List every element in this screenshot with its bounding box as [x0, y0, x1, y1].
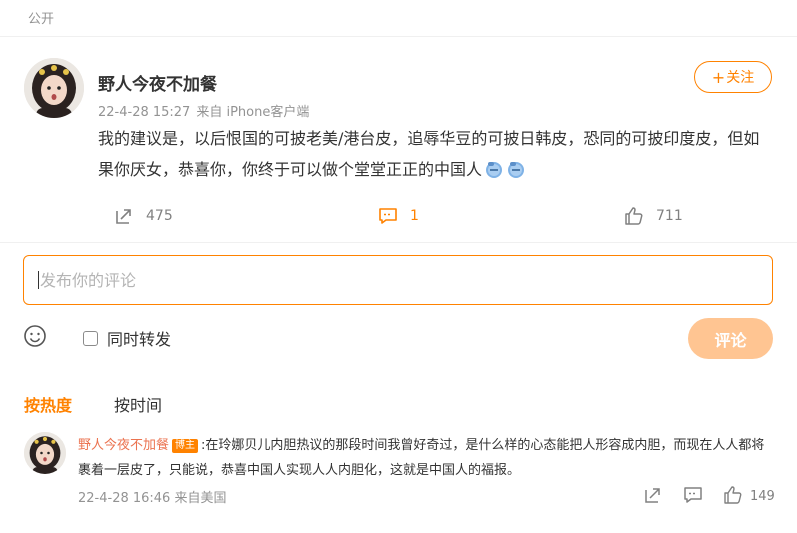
comment-reply-icon[interactable] [683, 485, 703, 505]
follow-label: 关注 [726, 70, 755, 86]
commenter-name[interactable]: 野人今夜不加餐 [78, 438, 169, 453]
visibility-label: 公开 [28, 12, 55, 27]
facepalm-emoji-icon [506, 158, 526, 178]
emoji-picker-icon[interactable] [23, 324, 47, 348]
tab-sort-time[interactable]: 按时间 [114, 392, 162, 416]
repost-count: 475 [146, 208, 173, 224]
like-button[interactable]: 711 [624, 206, 683, 226]
comment-icon [379, 208, 397, 224]
text-caret [38, 271, 39, 289]
submit-comment-button[interactable]: 评论 [688, 318, 773, 359]
comment-share-icon[interactable] [643, 485, 663, 505]
author-avatar[interactable] [24, 58, 84, 118]
repost-toggle[interactable]: 同时转发 [83, 326, 171, 350]
plus-icon: + [711, 67, 726, 87]
comment-button[interactable]: 1 [378, 206, 419, 226]
divider [0, 242, 797, 243]
post-source: 来自 iPhone客户端 [196, 105, 310, 120]
comment-body: 野人今夜不加餐 博主:在玲娜贝儿内胆热议的那段时间我曾好奇过，是什么样的心态能把人… [78, 433, 768, 483]
repost-checkbox[interactable] [83, 330, 98, 346]
comment-like-count: 149 [750, 489, 775, 504]
author-badge: 博主 [172, 439, 199, 453]
commenter-avatar[interactable] [24, 432, 66, 474]
comment-thumbs-up-icon[interactable] [723, 485, 743, 505]
post-content: 我的建议是，以后恨国的可披老美/港台皮，追辱华豆的可披日韩皮，恐同的可披印度皮，… [98, 123, 768, 185]
comment-meta: 22-4-28 16:46 来自美国 [78, 491, 227, 506]
divider [0, 36, 797, 37]
post-text: 我的建议是，以后恨国的可披老美/港台皮，追辱华豆的可披日韩皮，恐同的可披印度皮，… [98, 129, 760, 179]
post-action-bar: 475 1 711 [0, 198, 797, 238]
facepalm-emoji-icon [484, 158, 504, 178]
repost-checkbox-label: 同时转发 [107, 330, 172, 349]
repost-button[interactable]: 475 [114, 206, 173, 226]
tab-sort-hot[interactable]: 按热度 [24, 392, 72, 416]
like-count: 711 [656, 208, 683, 224]
follow-button[interactable]: + 关注 [694, 61, 772, 93]
post-meta: 22-4-28 15:27 来自 iPhone客户端 [98, 101, 315, 120]
comment-input[interactable] [40, 270, 730, 290]
comment-input-box[interactable] [23, 255, 773, 305]
post-time[interactable]: 22-4-28 15:27 [98, 105, 190, 120]
thumbs-up-icon [625, 207, 643, 225]
comment-count: 1 [410, 208, 419, 224]
author-name[interactable]: 野人今夜不加餐 [98, 70, 217, 95]
share-icon [116, 209, 131, 224]
